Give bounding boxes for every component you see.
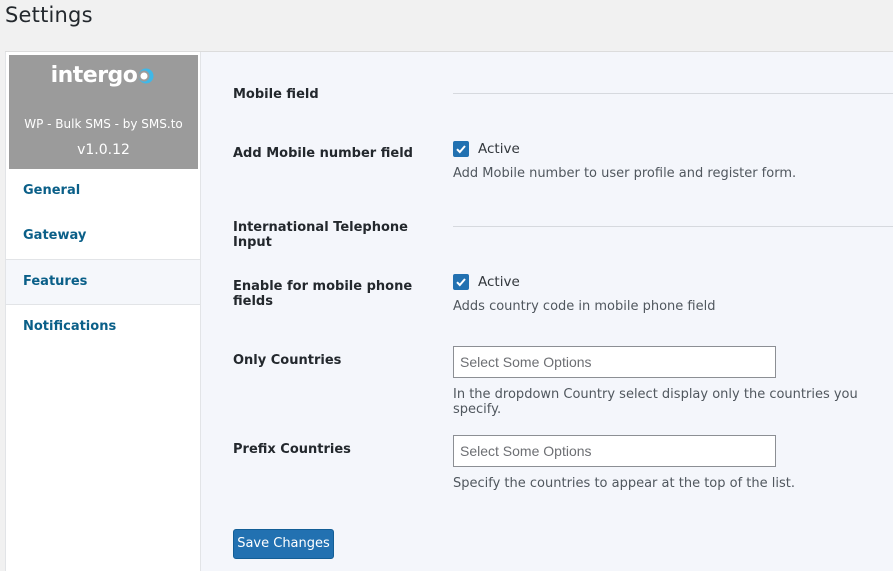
section-divider — [453, 93, 893, 94]
prefix-countries-select[interactable]: Select Some Options — [453, 435, 776, 467]
sidebar-item-general[interactable]: General — [6, 169, 200, 214]
only-countries-select[interactable]: Select Some Options — [453, 346, 776, 378]
sidebar-nav: General Gateway Features Notifications — [6, 169, 200, 350]
control-add-mobile: Active Add Mobile number to user profile… — [453, 141, 893, 181]
prefix-countries-description: Specify the countries to appear at the t… — [453, 476, 795, 491]
enable-mobile-description: Adds country code in mobile phone field — [453, 299, 716, 314]
sidebar-item-features[interactable]: Features — [6, 259, 200, 305]
sidebar-item-notifications[interactable]: Notifications — [6, 305, 200, 350]
section-heading-intl: International Telephone Input — [233, 220, 408, 250]
add-mobile-description: Add Mobile number to user profile and re… — [453, 166, 797, 181]
plugin-name: WP - Bulk SMS - by SMS.to — [24, 117, 183, 131]
save-changes-button[interactable]: Save Changes — [233, 529, 334, 559]
sidebar: intergo WP - Bulk SMS - by SMS.to v1.0.1… — [5, 52, 201, 571]
section-heading-mobile: Mobile field — [233, 87, 319, 102]
main-content: Mobile field Add Mobile number field Act… — [201, 52, 893, 571]
label-prefix-countries: Prefix Countries — [233, 442, 351, 457]
logo-text: intergo — [50, 63, 138, 88]
brand-panel: intergo WP - Bulk SMS - by SMS.to v1.0.1… — [9, 55, 198, 169]
enable-mobile-checkbox[interactable] — [453, 274, 469, 290]
only-countries-description: In the dropdown Country select display o… — [453, 387, 858, 417]
plugin-version: v1.0.12 — [77, 142, 130, 158]
add-mobile-check-label: Active — [478, 141, 520, 157]
checkmark-icon — [456, 145, 466, 154]
label-add-mobile: Add Mobile number field — [233, 146, 413, 161]
page-title: Settings — [5, 3, 93, 27]
control-prefix-countries: Select Some Options Specify the countrie… — [453, 435, 893, 491]
logo-mark-icon — [138, 68, 154, 83]
intergo-logo: intergo — [9, 63, 198, 88]
label-only-countries: Only Countries — [233, 353, 342, 368]
add-mobile-checkbox[interactable] — [453, 141, 469, 157]
checkmark-icon — [456, 278, 466, 287]
control-enable-mobile: Active Adds country code in mobile phone… — [453, 274, 893, 314]
enable-mobile-check-label: Active — [478, 274, 520, 290]
sidebar-item-gateway[interactable]: Gateway — [6, 214, 200, 259]
label-enable-mobile: Enable for mobile phone fields — [233, 279, 413, 309]
settings-wrap: intergo WP - Bulk SMS - by SMS.to v1.0.1… — [5, 51, 893, 571]
section-divider — [453, 226, 893, 227]
control-only-countries: Select Some Options In the dropdown Coun… — [453, 346, 893, 417]
